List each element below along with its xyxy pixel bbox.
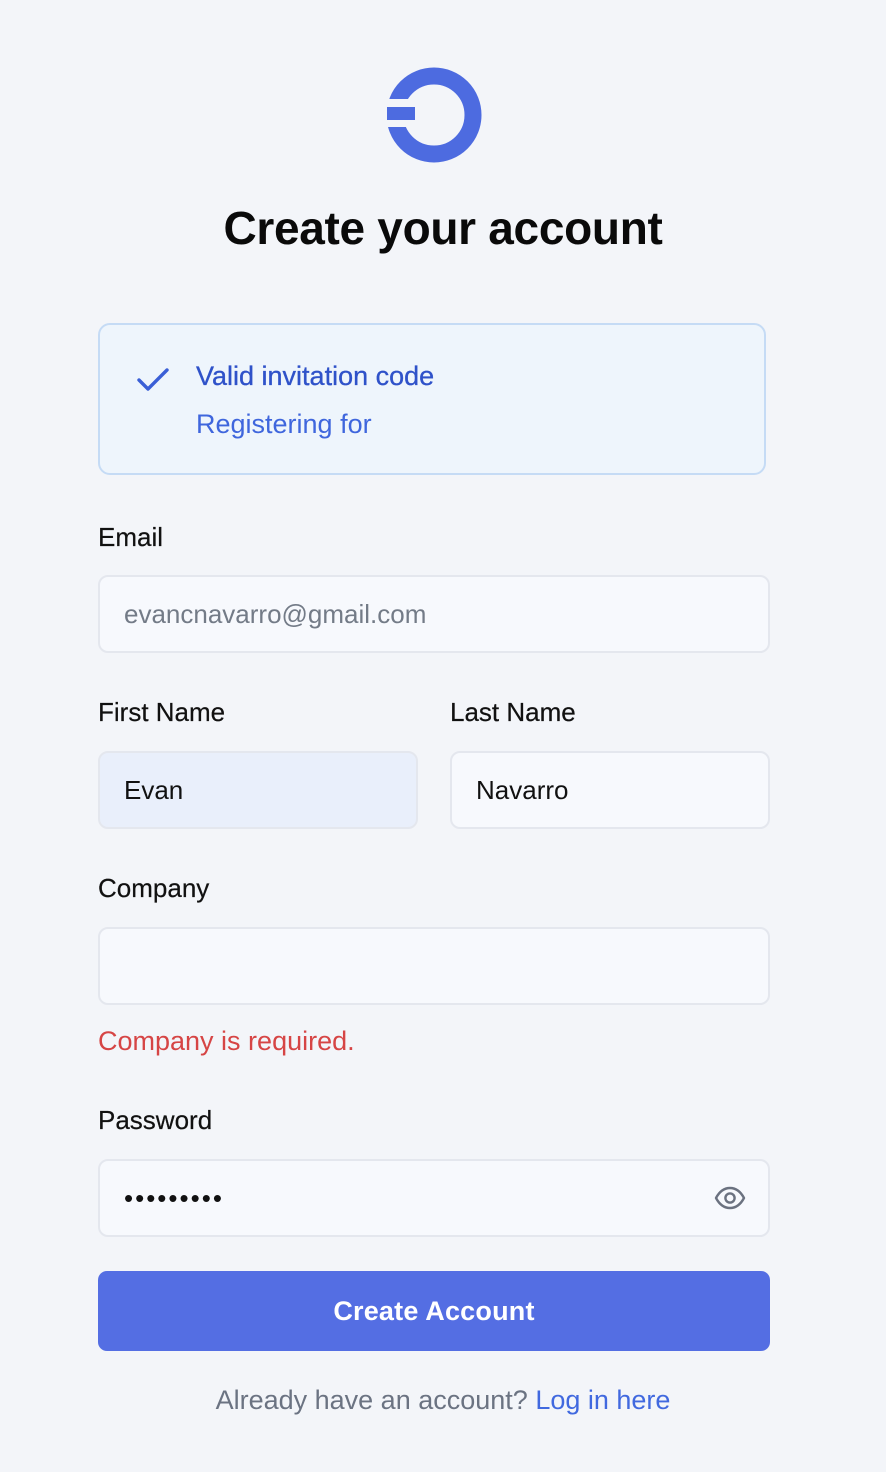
- check-icon: [137, 368, 169, 391]
- signup-page: Create your account Valid invitation cod…: [0, 0, 886, 1472]
- login-prompt-text: Already have an account?: [215, 1385, 528, 1415]
- page-title: Create your account: [223, 202, 663, 254]
- login-link[interactable]: Log in here: [535, 1385, 670, 1415]
- company-field[interactable]: [98, 927, 770, 1005]
- create-account-button[interactable]: Create Account: [98, 1271, 770, 1351]
- password-label: Password: [98, 1105, 213, 1135]
- email-value: evancnavarro@gmail.com: [124, 598, 427, 629]
- company-label: Company: [98, 873, 210, 903]
- last-name-label: Last Name: [450, 697, 576, 727]
- eye-icon[interactable]: [714, 1186, 746, 1210]
- email-field[interactable]: evancnavarro@gmail.com: [98, 575, 770, 653]
- first-name-field[interactable]: Evan: [98, 751, 418, 829]
- circle-logo-icon: [385, 67, 482, 163]
- login-prompt: Already have an account? Log in here: [0, 1385, 886, 1416]
- last-name-value: Navarro: [476, 774, 569, 805]
- invitation-title: Valid invitation code: [196, 361, 435, 391]
- first-name-label: First Name: [98, 697, 226, 727]
- password-value: •••••••••: [124, 1182, 224, 1213]
- last-name-field[interactable]: Navarro: [450, 751, 770, 829]
- first-name-value: Evan: [124, 774, 184, 805]
- email-label: Email: [98, 522, 164, 552]
- company-error-message: Company is required.: [98, 1026, 355, 1056]
- password-field[interactable]: •••••••••: [98, 1159, 770, 1237]
- invitation-subtitle: Registering for: [196, 409, 372, 439]
- invitation-banner: Valid invitation code Registering for: [98, 323, 766, 475]
